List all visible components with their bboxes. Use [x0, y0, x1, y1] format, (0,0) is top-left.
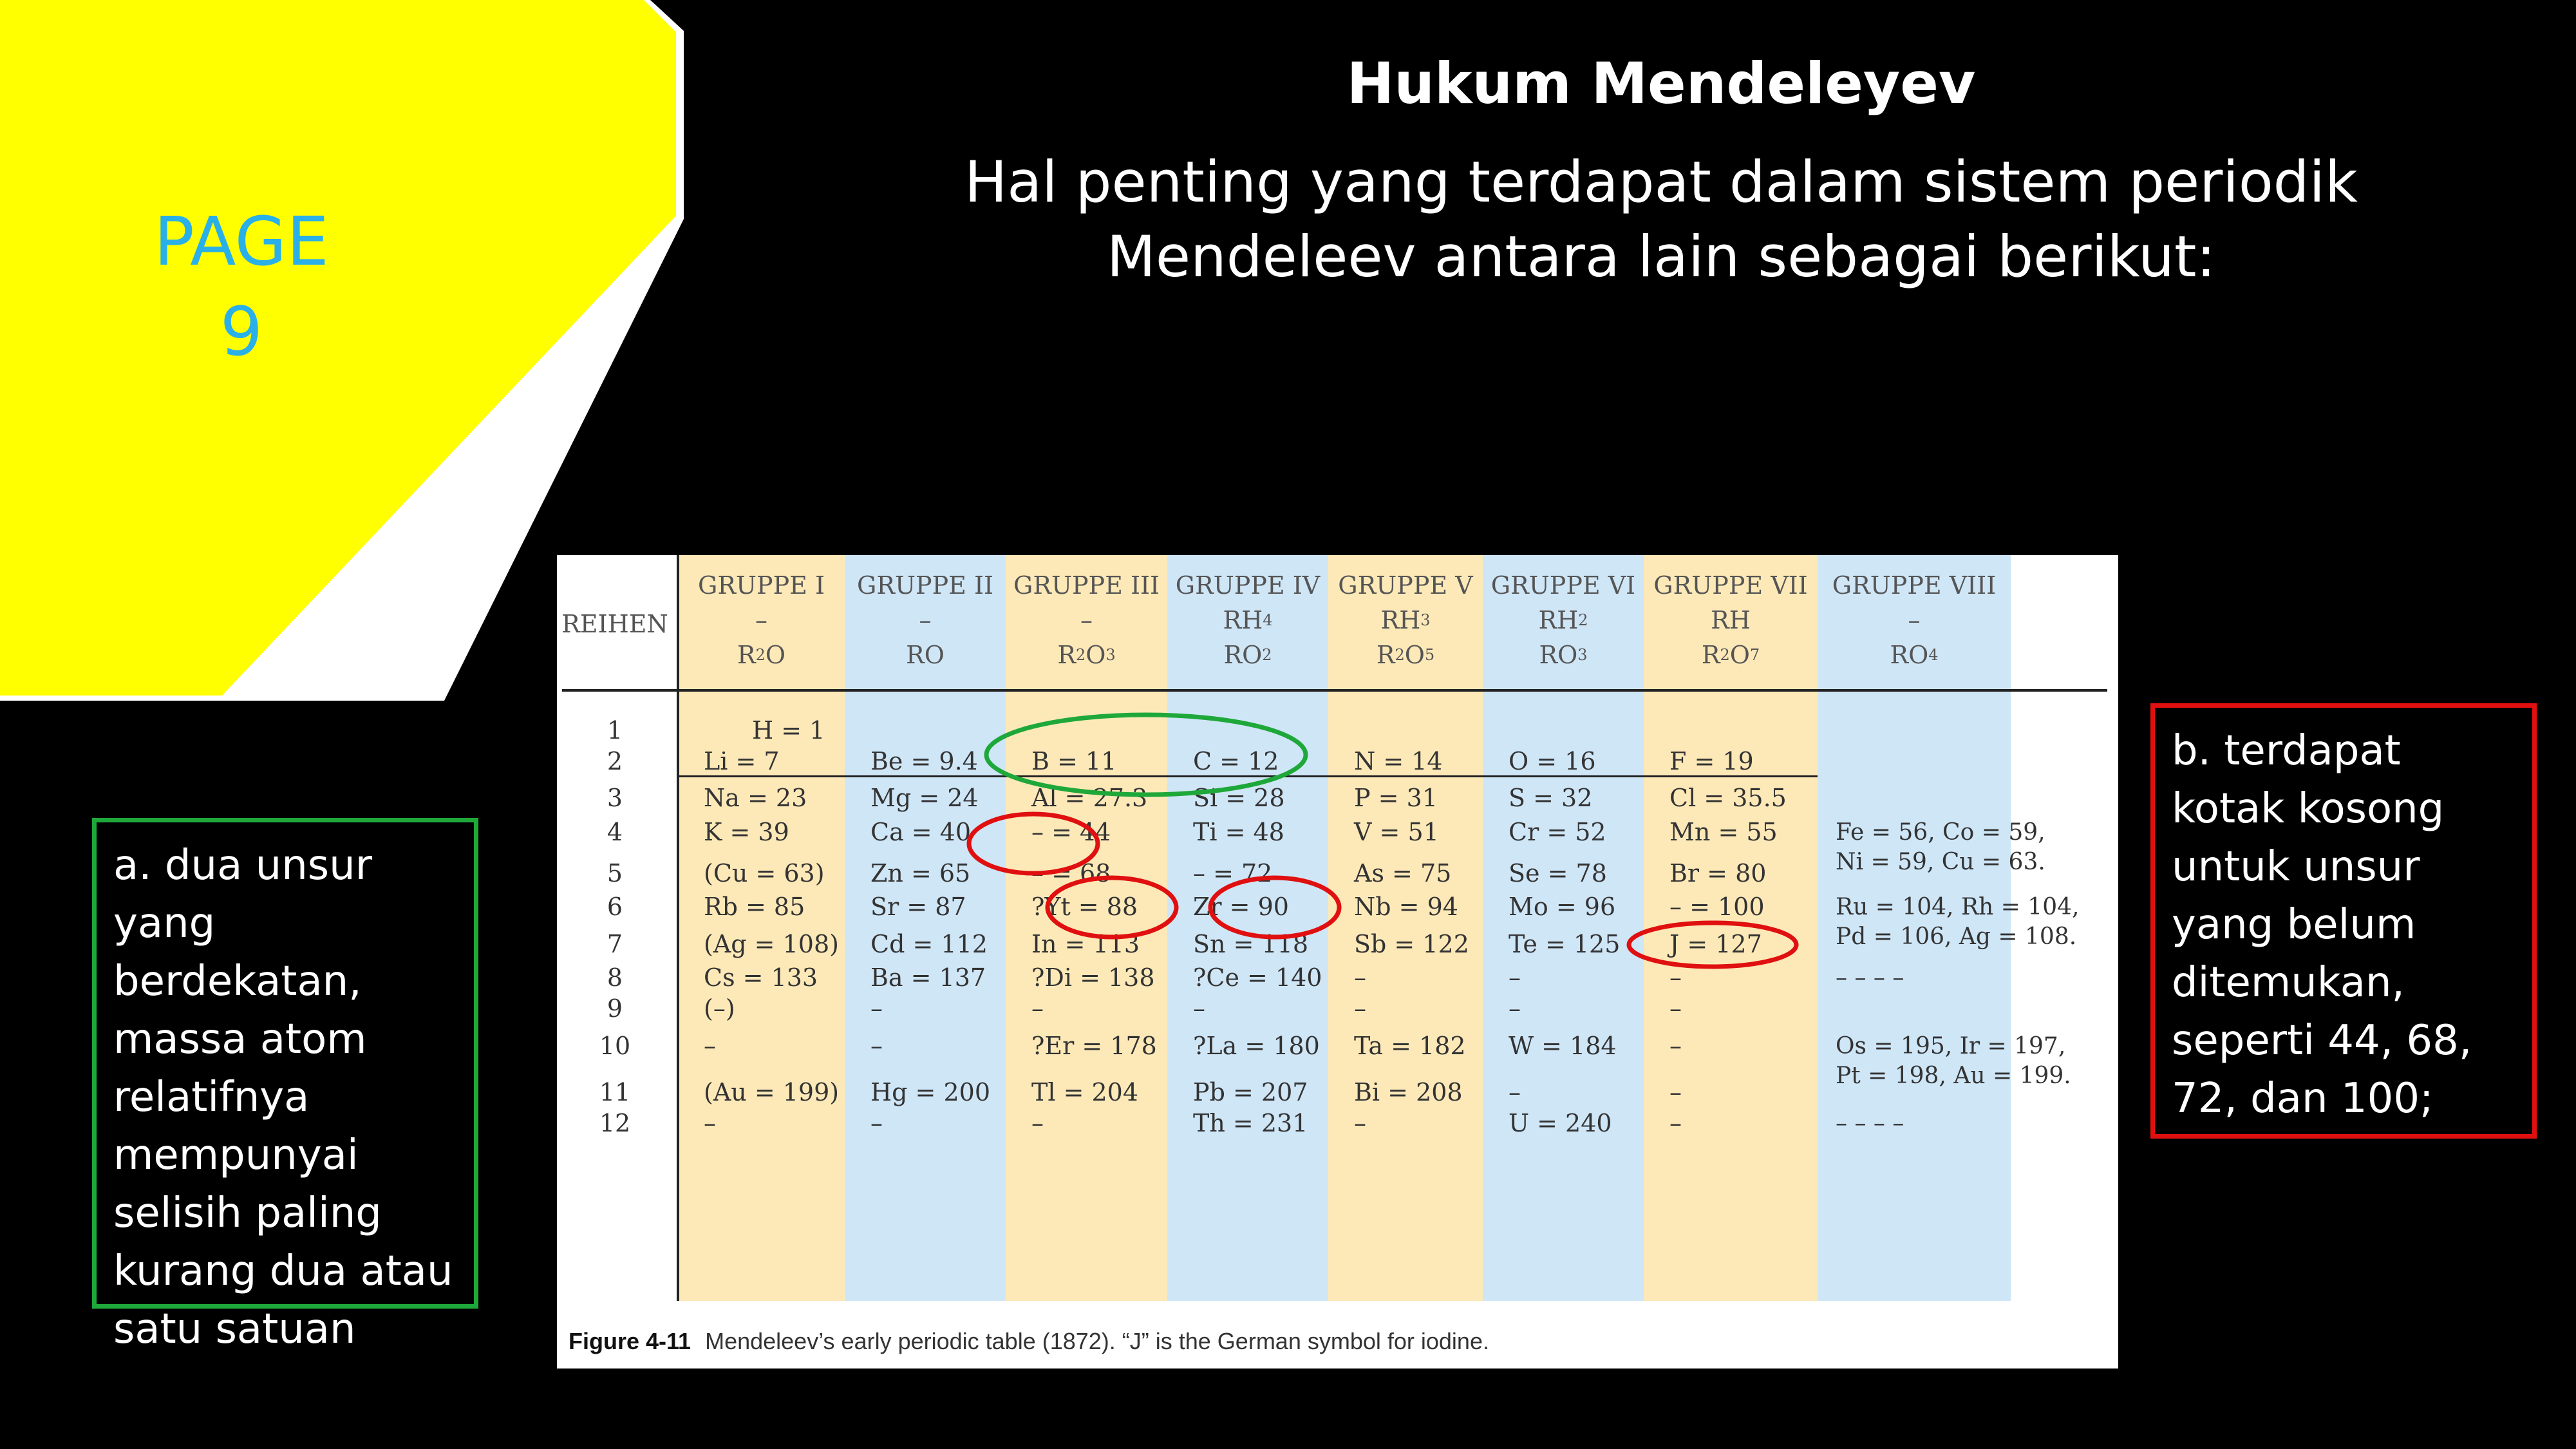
slide-subtitle: Hal penting yang terdapat dalam sistem p…: [964, 149, 2358, 290]
note-b-box: b. terdapat kotak kosong untuk unsur yan…: [2150, 703, 2537, 1139]
red-ellipse-68: [1045, 875, 1179, 940]
green-ellipse-b-c: [984, 712, 1308, 797]
mendeleev-table-figure: Figure 4-11 Mendeleev’s early periodic ta…: [557, 555, 2118, 1368]
page-label: PAGE 9: [154, 202, 329, 371]
red-ellipse-72: [1208, 875, 1342, 940]
note-a-box: a. dua unsur yang berdekatan, massa atom…: [92, 818, 478, 1353]
slide-title: Hukum Mendeleyev: [1346, 50, 1976, 117]
red-ellipse-100: [1626, 920, 1799, 969]
annotation-marks: [966, 712, 1799, 969]
red-ellipse-44: [966, 811, 1100, 876]
